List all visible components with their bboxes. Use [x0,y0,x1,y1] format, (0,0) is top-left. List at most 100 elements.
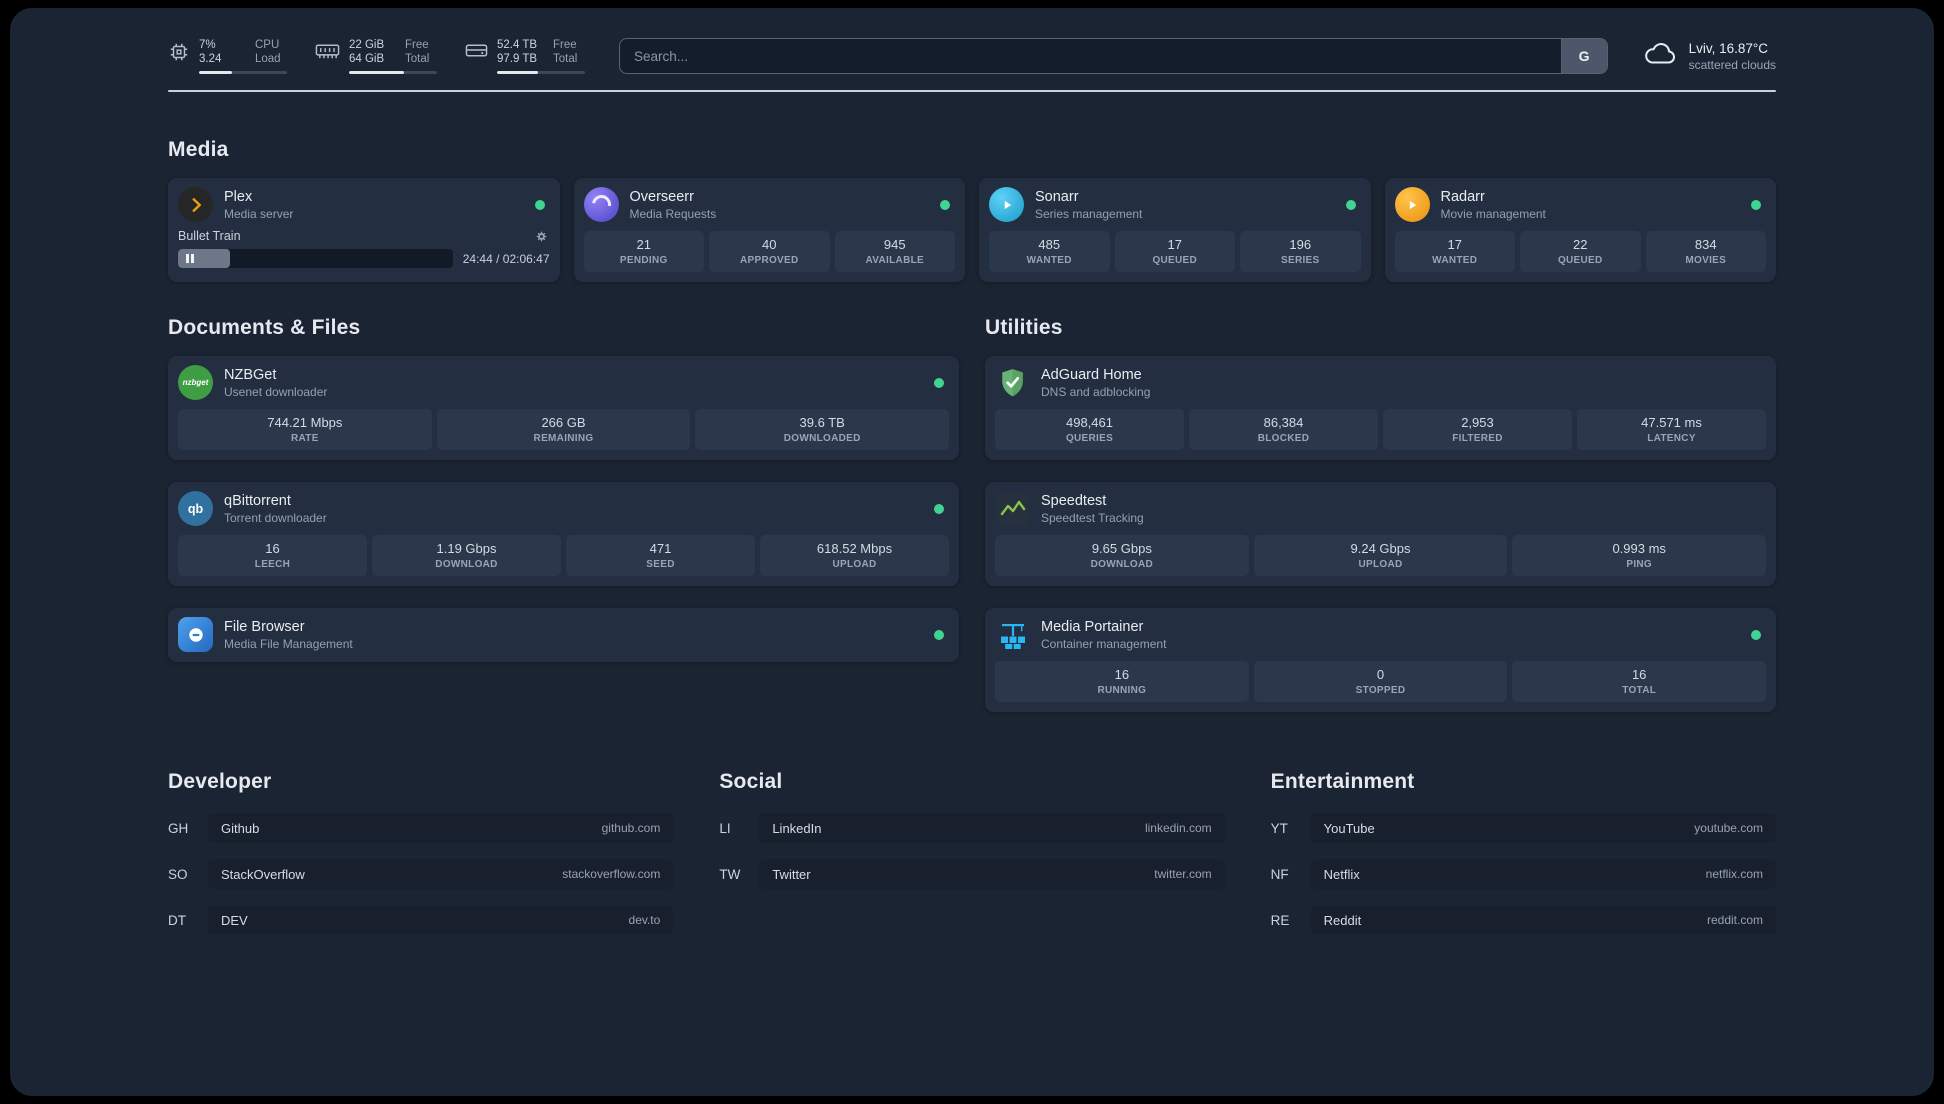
bookmark-url: twitter.com [1154,867,1212,882]
plex-card[interactable]: Plex Media server Bullet Train 24:44 / 0… [168,178,560,283]
sonarr-stats: 485 WANTED 17 QUEUED 196 SERIES [989,231,1361,273]
service-description: DNS and adblocking [1041,384,1151,399]
stat-value: 17 [1447,237,1462,253]
filebrowser-card[interactable]: File Browser Media File Management [168,608,959,663]
stat-value: 86,384 [1263,415,1304,431]
stat-value: 40 [762,237,777,253]
stat-label: WANTED [1432,255,1478,267]
section-title-utilities: Utilities [985,316,1063,340]
media-grid: Plex Media server Bullet Train 24:44 / 0… [168,178,1776,283]
bookmark-linkedin[interactable]: LI LinkedIn linkedin.com [719,813,1225,844]
weather-widget: Lviv, 16.87°C scattered clouds [1642,40,1776,72]
adguard-card-header: AdGuard Home DNS and adblocking [995,365,1766,400]
stat-label: PENDING [619,255,668,267]
bookmark-dev[interactable]: DT DEV dev.to [168,905,674,936]
stat-value: 2,953 [1461,415,1494,431]
disk-usage-bar [497,70,585,75]
bookmark-group-entertainment: Entertainment YT YouTube youtube.com NF … [1270,770,1776,936]
bookmark-abbr: YT [1270,820,1288,836]
stat-value: 618.52 Mbps [816,541,893,557]
stat-label: REMAINING [533,433,594,445]
radarr-card[interactable]: Radarr Movie management 17 WANTED 22 QUE… [1384,178,1776,283]
adguard-card[interactable]: AdGuard Home DNS and adblocking 498,461 … [985,356,1776,461]
bookmark-url: dev.to [628,913,661,928]
status-dot-online [1345,199,1356,210]
stat-label: TOTAL [1622,685,1657,697]
settings-gear-icon[interactable] [535,230,548,243]
overseerr-card[interactable]: Overseerr Media Requests 21 PENDING 40 A… [573,178,965,283]
service-columns: Documents & Files nzbget NZBGet Usenet d… [168,316,1776,713]
nzbget-card[interactable]: nzbget NZBGet Usenet downloader 744.21 M… [168,356,959,461]
status-dot-online [534,199,545,210]
stat-value: 9.24 Gbps [1350,541,1411,557]
filebrowser-card-header: File Browser Media File Management [178,617,949,653]
stat-label: QUEUED [1557,255,1603,267]
stat-label: QUERIES [1065,433,1114,445]
disk-total-label: Total [553,53,578,66]
stat-value: 39.6 TB [799,415,845,431]
disk-widget: 52.4 TB Free 97.9 TB Total [465,38,585,75]
topbar: 7% CPU 3.24 Load 22 GiB Free 64 GiB Tota… [168,38,1776,75]
stat-label: SERIES [1281,255,1320,267]
radarr-card-header: Radarr Movie management [1394,187,1767,223]
bookmark-netflix[interactable]: NF Netflix netflix.com [1271,859,1776,890]
disk-total-value: 97.9 TB [497,53,538,66]
filebrowser-icon [178,617,213,653]
google-search-provider-button[interactable]: G [1560,39,1607,74]
bookmark-pill: Reddit reddit.com [1310,905,1776,936]
stat-tile: 196 SERIES [1240,231,1361,273]
stat-tile: 17 WANTED [1394,231,1515,273]
status-dot-online [934,503,944,514]
search-bar: G [619,38,1608,75]
stat-tile: 16 LEECH [178,535,367,577]
stat-tile: 485 WANTED [989,231,1110,273]
service-description: Media File Management [224,636,353,651]
bookmark-youtube[interactable]: YT YouTube youtube.com [1270,813,1776,844]
search-input[interactable] [620,39,1561,74]
bookmark-twitter[interactable]: TW Twitter twitter.com [719,859,1225,890]
memory-readout: 22 GiB Free 64 GiB Total [349,38,437,75]
qbittorrent-card-header: qb qBittorrent Torrent downloader [178,491,949,527]
status-dot-online [940,199,950,210]
service-name: AdGuard Home [1041,366,1142,383]
bookmark-url: github.com [601,821,661,836]
stat-tile: 86,384 BLOCKED [1189,409,1378,451]
stat-tile: 47.571 ms LATENCY [1577,409,1766,451]
stat-value: 266 GB [541,415,586,431]
service-description: Usenet downloader [224,384,328,399]
stat-tile: 9.24 Gbps UPLOAD [1253,535,1508,577]
status-dot-online [1751,199,1761,210]
disk-usage-bar-fill [497,70,539,75]
bookmark-url: youtube.com [1694,821,1763,836]
section-documents-files: Documents & Files nzbget NZBGet Usenet d… [168,316,959,712]
bookmark-name: StackOverflow [221,866,305,882]
stat-tile: 834 MOVIES [1645,231,1766,273]
cpu-icon [168,41,190,68]
playback-time: 24:44 / 02:06:47 [462,251,550,266]
stat-tile: 498,461 QUERIES [995,409,1184,451]
bookmark-url: netflix.com [1705,867,1763,882]
stat-label: AVAILABLE [865,255,924,267]
sonarr-card[interactable]: Sonarr Series management 485 WANTED 17 Q… [979,178,1371,283]
stat-label: WANTED [1026,255,1072,267]
qbittorrent-card[interactable]: qb qBittorrent Torrent downloader 16 LEE… [168,482,959,587]
bookmark-reddit[interactable]: RE Reddit reddit.com [1271,905,1776,936]
service-description: Series management [1035,206,1143,221]
bookmark-stackoverflow[interactable]: SO StackOverflow stackoverflow.com [168,859,674,890]
status-dot-online [934,377,944,388]
memory-widget: 22 GiB Free 64 GiB Total [315,38,437,75]
playback-progress-bar[interactable] [178,249,453,269]
service-description: Container management [1041,636,1167,651]
plex-now-playing: Bullet Train 24:44 / 02:06:47 [178,229,550,269]
stat-label: QUEUED [1152,255,1198,267]
bookmark-group-social: Social LI LinkedIn linkedin.com TW Twitt… [719,770,1225,935]
portainer-card[interactable]: Media Portainer Container management 16 … [985,608,1776,713]
speedtest-card[interactable]: Speedtest Speedtest Tracking 9.65 Gbps D… [985,482,1776,587]
pause-icon[interactable] [186,254,194,264]
stat-tile: 9.65 Gbps DOWNLOAD [995,535,1249,577]
portainer-stats: 16 RUNNING 0 STOPPED 16 TOTAL [995,661,1767,703]
playback-progress-fill [178,249,231,269]
plex-card-header: Plex Media server [178,187,550,223]
stat-label: PING [1626,559,1652,571]
bookmark-github[interactable]: GH Github github.com [168,813,674,844]
